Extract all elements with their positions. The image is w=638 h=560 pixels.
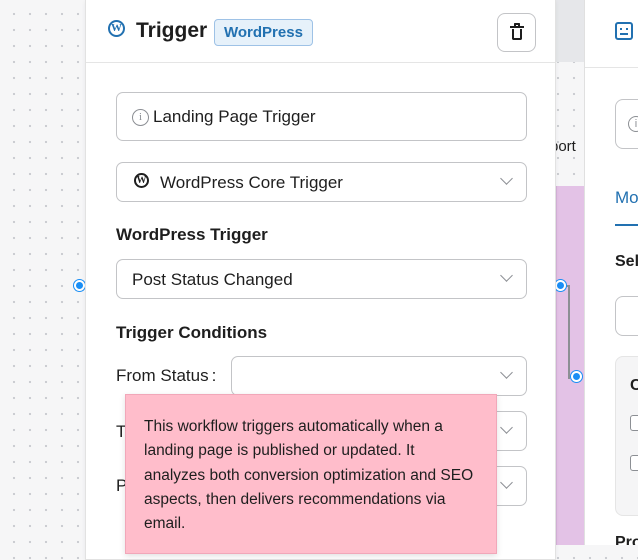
wordpress-trigger-label: WordPress Trigger	[116, 225, 268, 244]
trigger-conditions-label: Trigger Conditions	[116, 323, 268, 342]
option-checkbox[interactable]	[630, 415, 638, 431]
robot-icon[interactable]	[615, 22, 633, 40]
chevron-down-icon	[500, 476, 513, 489]
chevron-down-icon	[500, 269, 513, 282]
chevron-down-icon	[500, 421, 513, 434]
connector-handle-left[interactable]	[74, 280, 85, 291]
wordpress-trigger-value: Post Status Changed	[132, 270, 293, 289]
label-colon: :	[211, 366, 217, 385]
info-icon: i	[628, 116, 638, 132]
active-tab-indicator	[615, 224, 638, 226]
right-panel-select[interactable]	[615, 296, 638, 336]
info-icon: i	[132, 109, 149, 126]
right-panel-select-label: Sel	[615, 253, 638, 270]
settings-panel-right: i Mo Sel C Pro	[584, 0, 638, 545]
trash-icon	[510, 23, 524, 40]
tooltip-text: This workflow triggers automatically whe…	[144, 418, 474, 533]
connector-handle-right[interactable]	[555, 280, 566, 291]
from-status-label: From Status:	[116, 366, 216, 386]
from-status-select[interactable]	[231, 356, 527, 396]
background-node[interactable]	[556, 186, 584, 545]
chevron-down-icon	[500, 172, 513, 185]
workflow-description-tooltip: This workflow triggers automatically whe…	[125, 394, 497, 554]
tab-model[interactable]: Mo	[615, 188, 638, 208]
right-panel-header	[585, 0, 638, 68]
connector-handle-node[interactable]	[571, 371, 582, 382]
trigger-source-value: WordPress Core Trigger	[160, 173, 343, 192]
from-status-label-text: From Status	[116, 366, 209, 385]
options-box-title: C	[630, 377, 638, 395]
trigger-name-value: Landing Page Trigger	[153, 107, 316, 126]
wordpress-icon: W	[134, 173, 149, 188]
background-node-top	[556, 0, 586, 62]
trigger-source-select[interactable]: W WordPress Core Trigger	[116, 162, 527, 202]
trigger-name-input[interactable]: i Landing Page Trigger	[116, 92, 527, 141]
connector-line-vertical	[568, 287, 570, 379]
integration-badge: WordPress	[214, 19, 313, 46]
wordpress-trigger-select[interactable]: Post Status Changed	[116, 259, 527, 299]
panel-header: W Trigger WordPress	[86, 0, 555, 63]
chevron-down-icon	[500, 366, 513, 379]
right-panel-options-box: C	[615, 356, 638, 516]
wordpress-icon: W	[108, 20, 125, 37]
right-panel-bottom-label: Pro	[615, 534, 638, 545]
delete-button[interactable]	[497, 13, 536, 52]
panel-title: Trigger	[136, 19, 208, 42]
option-checkbox[interactable]	[630, 455, 638, 471]
right-panel-input[interactable]: i	[615, 99, 638, 149]
